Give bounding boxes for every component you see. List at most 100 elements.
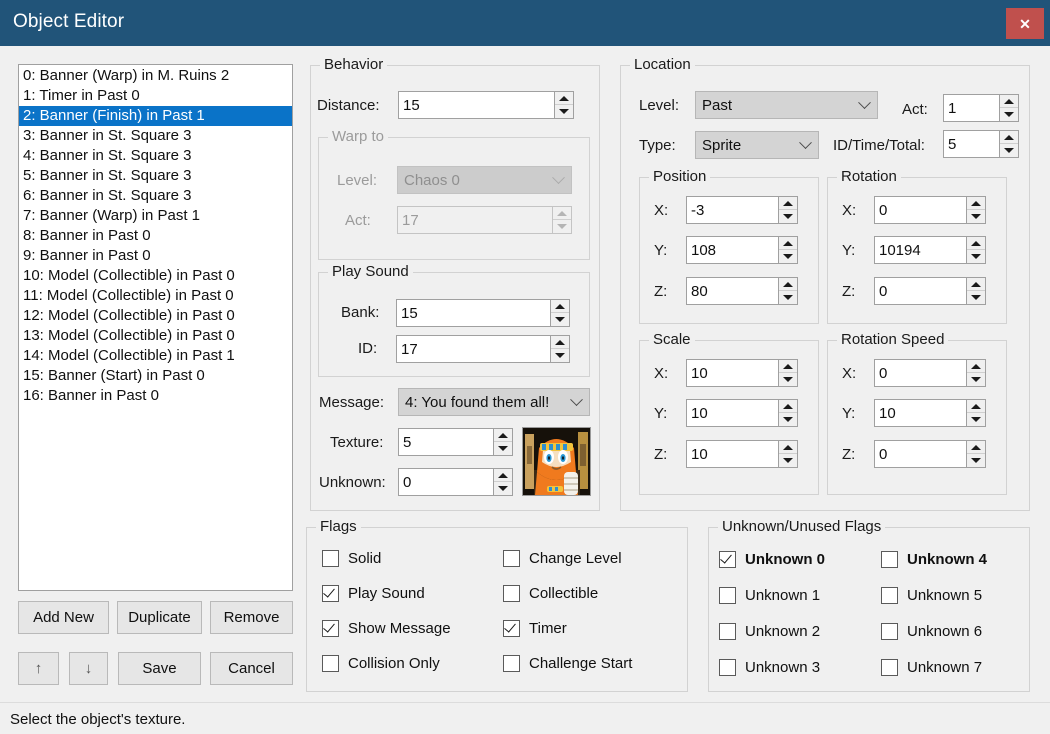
- rotation-x-spinner[interactable]: 0: [874, 196, 986, 224]
- rotation-y-spinner[interactable]: 10194: [874, 236, 986, 264]
- rotation-x-value[interactable]: 0: [875, 197, 966, 223]
- distance-value[interactable]: 15: [399, 92, 554, 118]
- rotation-x-decrement-button[interactable]: [967, 210, 985, 223]
- move-up-button[interactable]: ↑: [18, 652, 59, 685]
- checkbox-collectible[interactable]: Collectible: [503, 585, 598, 602]
- add-new-button[interactable]: Add New: [18, 601, 109, 634]
- sound-id-value[interactable]: 17: [397, 336, 550, 362]
- rotation-y-decrement-button[interactable]: [967, 250, 985, 263]
- scale-y-spinner[interactable]: 10: [686, 399, 798, 427]
- rotation-x-increment-button[interactable]: [967, 197, 985, 210]
- sound-bank-spin-buttons[interactable]: [550, 300, 569, 326]
- rotation-z-spinner[interactable]: 0: [874, 277, 986, 305]
- act-increment-button[interactable]: [1000, 95, 1018, 108]
- checkbox-unknown-5[interactable]: Unknown 5: [881, 587, 982, 604]
- rotation-speed-y-increment-button[interactable]: [967, 400, 985, 413]
- remove-button[interactable]: Remove: [210, 601, 293, 634]
- position-y-increment-button[interactable]: [779, 237, 797, 250]
- object-list[interactable]: 0: Banner (Warp) in M. Ruins 21: Timer i…: [18, 64, 293, 591]
- idtimetotal-increment-button[interactable]: [1000, 131, 1018, 144]
- duplicate-button[interactable]: Duplicate: [117, 601, 202, 634]
- position-x-value[interactable]: -3: [687, 197, 778, 223]
- list-item[interactable]: 6: Banner in St. Square 3: [19, 186, 292, 206]
- list-item[interactable]: 3: Banner in St. Square 3: [19, 126, 292, 146]
- warp-level-combo[interactable]: Chaos 0: [397, 166, 572, 194]
- list-item[interactable]: 10: Model (Collectible) in Past 0: [19, 266, 292, 286]
- list-item[interactable]: 5: Banner in St. Square 3: [19, 166, 292, 186]
- list-item[interactable]: 12: Model (Collectible) in Past 0: [19, 306, 292, 326]
- sound-id-spinner[interactable]: 17: [396, 335, 570, 363]
- act-decrement-button[interactable]: [1000, 108, 1018, 121]
- scale-z-value[interactable]: 10: [687, 441, 778, 467]
- warp-act-spinner[interactable]: 17: [397, 206, 572, 234]
- rotation-z-decrement-button[interactable]: [967, 291, 985, 304]
- position-z-increment-button[interactable]: [779, 278, 797, 291]
- checkbox-timer[interactable]: Timer: [503, 620, 567, 637]
- list-item[interactable]: 9: Banner in Past 0: [19, 246, 292, 266]
- list-item[interactable]: 0: Banner (Warp) in M. Ruins 2: [19, 66, 292, 86]
- close-button[interactable]: ✕: [1006, 8, 1044, 39]
- distance-spin-buttons[interactable]: [554, 92, 573, 118]
- cancel-button[interactable]: Cancel: [210, 652, 293, 685]
- rotation-speed-z-decrement-button[interactable]: [967, 454, 985, 467]
- sound-id-increment-button[interactable]: [551, 336, 569, 349]
- sound-bank-decrement-button[interactable]: [551, 313, 569, 326]
- list-item[interactable]: 13: Model (Collectible) in Past 0: [19, 326, 292, 346]
- checkbox-challenge-start[interactable]: Challenge Start: [503, 655, 632, 672]
- scale-x-increment-button[interactable]: [779, 360, 797, 373]
- rotation-speed-y-spinner[interactable]: 10: [874, 399, 986, 427]
- distance-increment-button[interactable]: [555, 92, 573, 105]
- position-z-decrement-button[interactable]: [779, 291, 797, 304]
- checkbox-unknown-6[interactable]: Unknown 6: [881, 623, 982, 640]
- idtimetotal-spinner[interactable]: 5: [943, 130, 1019, 158]
- rotation-speed-z-spinner[interactable]: 0: [874, 440, 986, 468]
- unknown-spin-buttons[interactable]: [493, 469, 512, 495]
- position-y-spinner[interactable]: 108: [686, 236, 798, 264]
- idtimetotal-value[interactable]: 5: [944, 131, 999, 157]
- rotation-speed-x-decrement-button[interactable]: [967, 373, 985, 386]
- rotation-speed-z-increment-button[interactable]: [967, 441, 985, 454]
- position-y-decrement-button[interactable]: [779, 250, 797, 263]
- act-spin-buttons[interactable]: [999, 95, 1018, 121]
- checkbox-unknown-0[interactable]: Unknown 0: [719, 551, 825, 568]
- list-item[interactable]: 14: Model (Collectible) in Past 1: [19, 346, 292, 366]
- position-x-spinner[interactable]: -3: [686, 196, 798, 224]
- rotation-speed-x-increment-button[interactable]: [967, 360, 985, 373]
- scale-x-decrement-button[interactable]: [779, 373, 797, 386]
- position-z-spinner[interactable]: 80: [686, 277, 798, 305]
- checkbox-collision-only[interactable]: Collision Only: [322, 655, 440, 672]
- texture-decrement-button[interactable]: [494, 442, 512, 455]
- unknown-spinner[interactable]: 0: [398, 468, 513, 496]
- unknown-decrement-button[interactable]: [494, 482, 512, 495]
- list-item[interactable]: 16: Banner in Past 0: [19, 386, 292, 406]
- distance-spinner[interactable]: 15: [398, 91, 574, 119]
- sound-bank-value[interactable]: 15: [397, 300, 550, 326]
- warp-act-increment-button[interactable]: [553, 207, 571, 220]
- checkbox-unknown-2[interactable]: Unknown 2: [719, 623, 820, 640]
- checkbox-show-message[interactable]: Show Message: [322, 620, 451, 637]
- warp-act-spin-buttons[interactable]: [552, 207, 571, 233]
- scale-y-increment-button[interactable]: [779, 400, 797, 413]
- list-item[interactable]: 11: Model (Collectible) in Past 0: [19, 286, 292, 306]
- rotation-speed-z-value[interactable]: 0: [875, 441, 966, 467]
- unknown-value[interactable]: 0: [399, 469, 493, 495]
- rotation-z-value[interactable]: 0: [875, 278, 966, 304]
- checkbox-unknown-1[interactable]: Unknown 1: [719, 587, 820, 604]
- checkbox-unknown-3[interactable]: Unknown 3: [719, 659, 820, 676]
- distance-decrement-button[interactable]: [555, 105, 573, 118]
- rotation-y-value[interactable]: 10194: [875, 237, 966, 263]
- scale-y-decrement-button[interactable]: [779, 413, 797, 426]
- idtimetotal-decrement-button[interactable]: [1000, 144, 1018, 157]
- rotation-speed-y-value[interactable]: 10: [875, 400, 966, 426]
- texture-increment-button[interactable]: [494, 429, 512, 442]
- position-x-decrement-button[interactable]: [779, 210, 797, 223]
- scale-x-value[interactable]: 10: [687, 360, 778, 386]
- texture-value[interactable]: 5: [399, 429, 493, 455]
- checkbox-change-level[interactable]: Change Level: [503, 550, 622, 567]
- level-combo[interactable]: Past: [695, 91, 878, 119]
- checkbox-play-sound[interactable]: Play Sound: [322, 585, 425, 602]
- message-combo[interactable]: 4: You found them all!: [398, 388, 590, 416]
- sound-id-spin-buttons[interactable]: [550, 336, 569, 362]
- rotation-y-increment-button[interactable]: [967, 237, 985, 250]
- rotation-z-increment-button[interactable]: [967, 278, 985, 291]
